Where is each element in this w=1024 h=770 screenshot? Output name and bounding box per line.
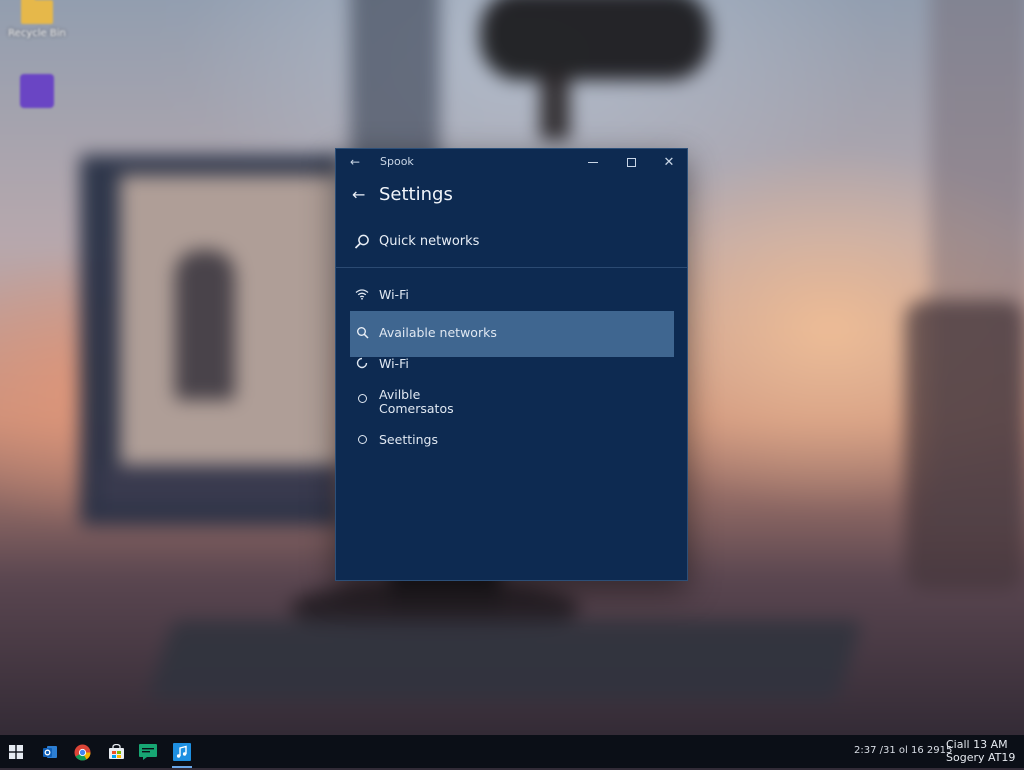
divider bbox=[336, 267, 687, 268]
settings-header: ← Settings bbox=[336, 179, 687, 213]
ring-icon bbox=[355, 391, 369, 405]
wallpaper-keyboard bbox=[147, 620, 863, 700]
minimize-icon bbox=[588, 161, 598, 163]
search-icon bbox=[355, 325, 369, 339]
desktop-icon-app[interactable] bbox=[2, 74, 72, 112]
tray-clock[interactable]: Ciall 13 AM Sogery AT19 bbox=[946, 738, 1015, 764]
taskbar-chrome[interactable] bbox=[68, 739, 96, 765]
chat-icon bbox=[139, 744, 157, 760]
start-button[interactable] bbox=[2, 739, 30, 765]
nav-item-label: Seettings bbox=[379, 432, 438, 447]
close-button[interactable]: ✕ bbox=[650, 149, 688, 175]
header-back-arrow-icon[interactable]: ← bbox=[352, 185, 365, 204]
start-icon bbox=[9, 745, 23, 759]
ring-icon bbox=[355, 432, 369, 446]
taskbar-music[interactable] bbox=[168, 739, 196, 768]
wallpaper-camera-arm bbox=[540, 70, 570, 140]
search-label: Quick networks bbox=[379, 234, 480, 249]
taskbar-store[interactable] bbox=[102, 739, 130, 765]
nav-item-wifi[interactable]: Wi-Fi bbox=[350, 281, 674, 309]
nav-item-label: Wi-Fi bbox=[379, 287, 409, 302]
page-title: Settings bbox=[379, 184, 453, 205]
taskbar-chat[interactable] bbox=[134, 739, 162, 765]
window-title: Spook bbox=[380, 155, 414, 168]
nav-item-label-group: Avilble Comersatos bbox=[379, 388, 454, 416]
wallpaper-camera bbox=[480, 0, 710, 80]
search-icon bbox=[354, 234, 369, 249]
desktop-icon-recycle-bin[interactable]: Recycle Bin bbox=[2, 0, 72, 40]
music-icon bbox=[173, 743, 191, 761]
nav-item-label-line2: Comersatos bbox=[379, 401, 454, 416]
tray-clock-line1: Ciall 13 AM bbox=[946, 738, 1008, 751]
maximize-icon bbox=[626, 157, 636, 167]
nav-item-label-line1: Avilble bbox=[379, 387, 421, 402]
back-arrow-icon[interactable]: ← bbox=[344, 153, 366, 171]
app-icon bbox=[20, 74, 54, 108]
nav-item-label: Available networks bbox=[379, 325, 497, 340]
wallpaper-monitor-taskbar bbox=[100, 465, 340, 505]
tray-date[interactable]: 2:37 /31 ol 16 2915 bbox=[854, 745, 952, 756]
taskbar: 2:37 /31 ol 16 2915 Ciall 13 AM Sogery A… bbox=[0, 735, 1024, 768]
wifi-icon bbox=[355, 287, 369, 301]
folder-icon bbox=[21, 0, 53, 24]
taskbar-outlook[interactable] bbox=[36, 739, 64, 765]
nav-item-available-connections[interactable]: Avilble Comersatos bbox=[350, 386, 674, 420]
store-icon bbox=[108, 744, 124, 759]
settings-window: ← Spook ✕ ← Settings Quick networks Wi-F… bbox=[335, 148, 688, 581]
nav-item-settings[interactable]: Seettings bbox=[350, 426, 674, 454]
quick-networks-search[interactable]: Quick networks bbox=[336, 229, 687, 255]
chrome-icon bbox=[74, 744, 90, 760]
minimize-button[interactable] bbox=[574, 149, 612, 175]
outlook-icon bbox=[43, 746, 57, 758]
wallpaper-monitor-person bbox=[175, 250, 235, 400]
maximize-button[interactable] bbox=[612, 149, 650, 175]
title-bar[interactable]: ← Spook ✕ bbox=[336, 149, 687, 175]
desktop-icon-label: Recycle Bin bbox=[8, 28, 66, 39]
loading-icon bbox=[355, 356, 369, 370]
nav-item-wifi-secondary[interactable]: Wi-Fi bbox=[350, 350, 674, 378]
tray-clock-line2: Sogery AT19 bbox=[946, 751, 1016, 764]
close-icon: ✕ bbox=[663, 154, 675, 170]
wallpaper-chair bbox=[905, 300, 1024, 590]
nav-item-label: Wi-Fi bbox=[379, 356, 409, 371]
